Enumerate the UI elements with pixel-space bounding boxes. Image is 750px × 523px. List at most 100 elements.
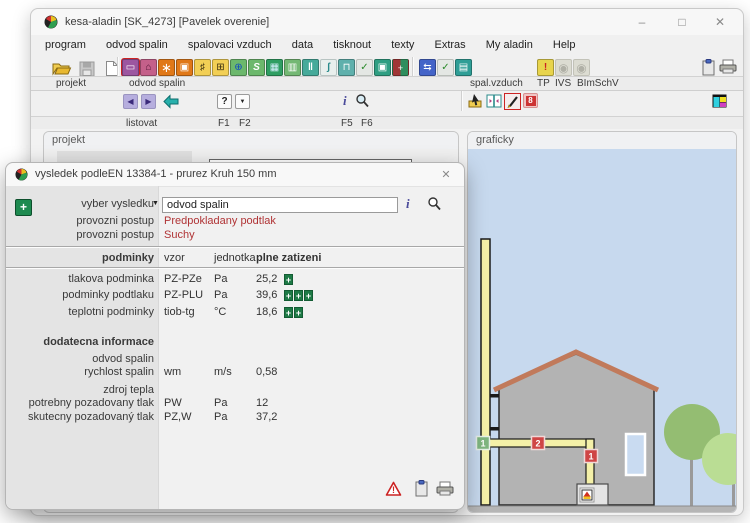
provozni-postup-value-1: Predpokladany podtlak: [164, 215, 276, 228]
chimney-bracket-2: [490, 427, 499, 431]
label-listovat: listovat: [126, 118, 157, 129]
window-icon[interactable]: ▭: [122, 59, 139, 76]
curve-icon[interactable]: ʃ: [320, 59, 337, 76]
boiler-icon[interactable]: ▣: [176, 59, 193, 76]
magnifier-icon[interactable]: [355, 93, 369, 113]
provozni-postup-label-2: provozni postup: [6, 229, 154, 242]
menu-item-odvod-spalin[interactable]: odvod spalin: [106, 35, 168, 55]
graficky-panel: graficky: [467, 131, 737, 513]
badge-chimney-inlet[interactable]: 1: [477, 437, 490, 450]
pointer-folder-icon[interactable]: [468, 93, 484, 114]
menu-item-program[interactable]: program: [45, 35, 86, 55]
minimize-button[interactable]: –: [627, 13, 657, 31]
table-row: podminky podtlaku PZ-PLU Pa 39,6 + + +: [6, 289, 464, 302]
check-sheet-icon[interactable]: ✓: [437, 59, 454, 76]
prev-arrow-icon[interactable]: ◀: [123, 94, 138, 109]
pipe-joint-icon[interactable]: ♯: [194, 59, 211, 76]
badge-connector[interactable]: 2: [532, 437, 545, 450]
dialog-clipboard-icon[interactable]: [415, 480, 428, 500]
label-f2: F2: [239, 118, 251, 129]
svg-text:1: 1: [588, 452, 593, 462]
menu-item-tisknout[interactable]: tisknout: [333, 35, 371, 55]
result-select-field[interactable]: odvod spalin: [162, 197, 398, 213]
toolbar-row-2: ◀ ▶ ? ▼ i: [31, 89, 743, 116]
col-header-jednotka: jednotka: [214, 252, 256, 265]
cabinet-icon[interactable]: ▤: [455, 59, 472, 76]
svg-text:1: 1: [480, 439, 485, 449]
badge-vertical-pipe[interactable]: 1: [585, 450, 598, 463]
col-header-vzor: vzor: [164, 252, 185, 265]
warning-icon: !: [385, 481, 402, 500]
grate-icon[interactable]: ▦: [266, 59, 283, 76]
table-row: teplotni podminky tiob-tg °C 18,6 + +: [6, 306, 464, 319]
menu-item-extras[interactable]: Extras: [434, 35, 465, 55]
digit-8-icon[interactable]: 8: [523, 93, 538, 108]
menu-item-spalovaci-vzduch[interactable]: spalovaci vzduch: [188, 35, 272, 55]
group-label-projekt: projekt: [56, 78, 86, 89]
label-f1: F1: [218, 118, 230, 129]
chevron-down-icon[interactable]: ▼: [152, 200, 159, 207]
app-logo-icon: [44, 15, 58, 29]
pen-icon[interactable]: [504, 93, 521, 110]
menu-item-texty[interactable]: texty: [391, 35, 414, 55]
dialog-magnifier-icon[interactable]: [427, 196, 441, 214]
section-dodatecna-informace: dodatecna informace: [6, 336, 154, 349]
back-arrow-icon[interactable]: [162, 94, 180, 114]
dialog-body: + vyber vysledku ▼ odvod spalin i provoz…: [6, 186, 464, 509]
close-button[interactable]: ✕: [705, 13, 735, 31]
house-window: [626, 434, 645, 475]
dialog-titlebar[interactable]: vysledek podleEN 13384-1 - prurez Kruh 1…: [6, 163, 464, 187]
menu-item-data[interactable]: data: [292, 35, 313, 55]
valve-disabled-icon: ◉: [573, 59, 590, 76]
duct-split-icon[interactable]: ‖: [302, 59, 319, 76]
t-piece-icon[interactable]: ⊓: [338, 59, 355, 76]
check-doc-icon[interactable]: ✓: [356, 59, 373, 76]
main-titlebar[interactable]: kesa-aladin [SK_4273] [Pavelek overenie]…: [31, 9, 743, 35]
help-button[interactable]: ?: [217, 94, 232, 109]
window-grid-icon[interactable]: ⊞: [212, 59, 229, 76]
duct-compare-icon[interactable]: +: [392, 59, 409, 76]
maximize-button[interactable]: □: [667, 13, 697, 31]
col-header-podminky: podminky: [6, 252, 154, 265]
table-row: potrebny pozadovany tlak PW Pa 12: [6, 397, 464, 410]
col-header-plne-zatizeni: plne zatizeni: [256, 252, 321, 265]
table-row: tlakova podminka PZ-PZe Pa 25,2 +: [6, 273, 464, 286]
plus-badge: +: [284, 290, 293, 301]
dialog-info-icon[interactable]: i: [406, 196, 410, 212]
target-icon[interactable]: ⊕: [230, 59, 247, 76]
svg-text:2: 2: [535, 439, 540, 449]
dialog-title: vysledek podleEN 13384-1 - prurez Kruh 1…: [35, 168, 277, 180]
s-bend-icon[interactable]: S: [248, 59, 265, 76]
info-icon[interactable]: i: [343, 93, 347, 113]
house-chimney-icon[interactable]: ⌂: [140, 59, 157, 76]
color-layers-icon[interactable]: [712, 94, 727, 113]
burner-icon[interactable]: ∗: [158, 59, 175, 76]
result-dialog: vysledek podleEN 13384-1 - prurez Kruh 1…: [5, 162, 465, 510]
group-label-tp: TP: [537, 78, 550, 89]
plus-badge: +: [304, 290, 313, 301]
next-arrow-icon[interactable]: ▶: [141, 94, 156, 109]
rating-badges: + + +: [284, 290, 313, 301]
split-view-icon[interactable]: [486, 93, 502, 114]
dialog-close-icon[interactable]: ✕: [438, 167, 454, 183]
menu-bar: program odvod spalin spalovaci vzduch da…: [31, 35, 743, 55]
label-f6: F6: [361, 118, 373, 129]
vertical-duct-icon[interactable]: ▥: [284, 59, 301, 76]
menu-item-my-aladin[interactable]: My aladin: [486, 35, 533, 55]
plus-badge: +: [284, 274, 293, 285]
dropdown-button[interactable]: ▼: [235, 94, 250, 109]
air-duct-icon[interactable]: ⇆: [419, 59, 436, 76]
menu-item-help[interactable]: Help: [553, 35, 576, 55]
thermometer-icon[interactable]: !: [537, 59, 554, 76]
unit-box-icon[interactable]: ▣: [374, 59, 391, 76]
vyber-vysledku-label: vyber vysledku: [6, 198, 154, 211]
table-row: skutecny pozadovaný tlak PZ,W Pa 37,2: [6, 411, 464, 424]
ground: [468, 506, 736, 512]
house-scene: 1 2 1: [468, 149, 736, 512]
table-row: odvod spalin: [6, 353, 464, 366]
svg-text:!: !: [392, 485, 395, 495]
dialog-printer-icon[interactable]: [436, 481, 454, 500]
dialog-app-icon: [15, 168, 28, 181]
provozni-postup-value-2: Suchy: [164, 229, 195, 242]
provozni-postup-label-1: provozni postup: [6, 215, 154, 228]
